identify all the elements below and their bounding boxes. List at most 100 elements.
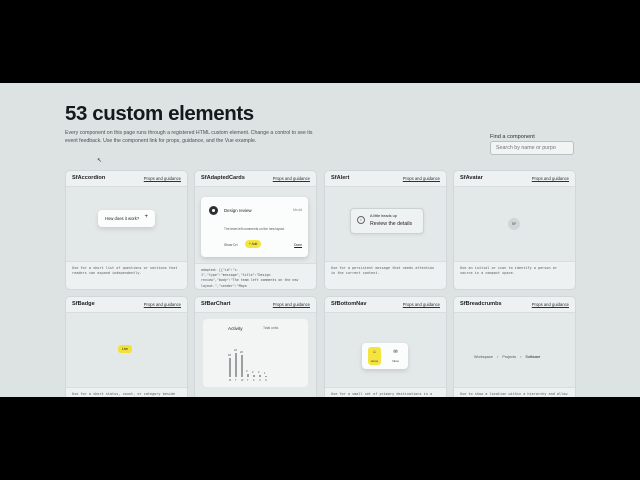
card-header: SfBadge Props and guidance: [66, 297, 187, 313]
card-title: SfBarChart: [201, 301, 231, 307]
home-icon: ⌂: [372, 349, 377, 355]
add-button[interactable]: + Add: [245, 240, 262, 248]
chart-data-label: 1: [264, 371, 266, 375]
search-input[interactable]: [490, 141, 574, 155]
chart-bar: [229, 357, 231, 377]
card-description: Use to show a location within a hierarch…: [460, 392, 568, 396]
chart-tick-label: S: [265, 379, 267, 382]
card-title: SfBreadcrumbs: [460, 301, 502, 307]
chart-unit: Total units: [263, 326, 279, 330]
chart-data-label: 2: [258, 370, 260, 374]
adapted-card-body: The team left comments on the new layout…: [224, 227, 285, 231]
card-sfavatar: SfAvatar Props and guidance SF Use an in…: [453, 170, 576, 290]
chart-tick-label: M: [229, 379, 232, 382]
card-header: SfAdaptedCards Props and guidance: [195, 171, 316, 187]
find-component-label: Find a component: [490, 134, 535, 140]
status-badge: Live: [118, 345, 132, 353]
chart-bar: [253, 374, 255, 377]
card-preview: i A little heads up Review the details: [325, 187, 446, 262]
page-intro: Every component on this page runs throug…: [65, 130, 313, 144]
card-header: SfBreadcrumbs Props and guidance: [454, 297, 575, 313]
card-sfbreadcrumbs: SfBreadcrumbs Props and guidance Workspa…: [453, 296, 576, 397]
chart-title: Activity: [228, 326, 243, 331]
avatar: SF: [508, 218, 520, 230]
nav-item-home[interactable]: ⌂ Home: [368, 347, 381, 365]
chart-data-label: 3: [246, 369, 248, 373]
card-header: SfAvatar Props and guidance: [454, 171, 575, 187]
alert-heading: A little heads up: [370, 214, 397, 218]
card-preview: How does it work? +: [66, 187, 187, 262]
card-preview: SF: [454, 187, 575, 262]
mouse-cursor-icon: ↖: [97, 158, 103, 164]
card-title: SfBottomNav: [331, 301, 367, 307]
card-sfadaptedcards: SfAdaptedCards Props and guidance Design…: [194, 170, 317, 290]
breadcrumb: Workspace › Projects › Software: [474, 355, 543, 359]
avatar-icon: [209, 206, 218, 215]
alert-box: i A little heads up Review the details: [350, 208, 424, 234]
props-guidance-link[interactable]: Props and guidance: [144, 176, 181, 181]
card-description: Use for a short list of questions or sec…: [72, 266, 178, 275]
card-sfbadge: SfBadge Props and guidance Live Use for …: [65, 296, 188, 397]
card-sfbottomnav: SfBottomNav Props and guidance ⌂ Home ✉ …: [324, 296, 447, 397]
accordion-item[interactable]: How does it work? +: [98, 210, 155, 227]
chevron-right-icon: ›: [496, 355, 499, 359]
breadcrumb-item[interactable]: Projects: [502, 355, 516, 359]
info-icon: i: [357, 216, 365, 224]
props-guidance-link[interactable]: Props and guidance: [273, 302, 310, 307]
card-description: Use for a persistent message that needs …: [331, 266, 435, 275]
chart-tick-label: T: [235, 379, 237, 382]
card-preview: Activity Total units 18 M 22 T 20 W 3 T 2 F 2 S 1 S: [195, 313, 316, 397]
nav-item-inbox[interactable]: ✉ Inbox: [389, 347, 402, 365]
chart-tick-label: T: [247, 379, 249, 382]
event-output: adapted: [{"id":"c- 1","type":"message",…: [201, 268, 299, 288]
card-sfalert: SfAlert Props and guidance i A little he…: [324, 170, 447, 290]
card-header: SfAlert Props and guidance: [325, 171, 446, 187]
chevron-right-icon: ›: [520, 355, 522, 359]
chart-bar: [247, 373, 249, 377]
props-guidance-link[interactable]: Props and guidance: [403, 176, 440, 181]
card-title: SfAccordion: [72, 175, 106, 181]
page-title: 53 custom elements: [65, 102, 254, 125]
card-title: SfBadge: [72, 301, 95, 307]
page: 53 custom elements Every component on th…: [0, 83, 640, 397]
breadcrumb-item[interactable]: Workspace: [474, 355, 493, 359]
card-title: SfAlert: [331, 175, 350, 181]
card-preview: Live: [66, 313, 187, 388]
chart-tick-label: F: [253, 379, 255, 382]
adapted-card-title: Design review: [224, 208, 252, 213]
chart-data-label: 20: [240, 351, 243, 355]
card-header: SfBarChart Props and guidance: [195, 297, 316, 313]
card-header: SfAccordion Props and guidance: [66, 171, 187, 187]
card-description: Use an initial or icon to identify a per…: [460, 266, 557, 275]
accordion-question: How does it work?: [105, 216, 140, 221]
done-link[interactable]: Done: [294, 243, 302, 247]
chart-bar: [241, 355, 243, 377]
props-guidance-link[interactable]: Props and guidance: [403, 302, 440, 307]
card-preview: Workspace › Projects › Software: [454, 313, 575, 388]
bar-chart: Activity Total units 18 M 22 T 20 W 3 T 2 F 2 S 1 S: [203, 319, 308, 387]
bottom-nav: ⌂ Home ✉ Inbox: [362, 343, 408, 369]
card-description: Use for a short status, count, or catego…: [72, 392, 176, 396]
alert-message: Review the details: [370, 221, 413, 227]
breadcrumb-current: Software: [525, 355, 541, 359]
adapted-card: Design review Mn dd The team left commen…: [201, 197, 308, 257]
adapted-card-show[interactable]: Show Crt: [224, 243, 238, 247]
nav-item-label: Home: [370, 359, 379, 363]
card-preview: Design review Mn dd The team left commen…: [195, 187, 316, 264]
chart-bar: [235, 353, 237, 377]
adapted-card-date: Mn dd: [293, 208, 302, 212]
props-guidance-link[interactable]: Props and guidance: [532, 302, 569, 307]
chart-tick-label: S: [259, 379, 261, 382]
props-guidance-link[interactable]: Props and guidance: [273, 176, 310, 181]
props-guidance-link[interactable]: Props and guidance: [532, 176, 569, 181]
nav-item-label: Inbox: [392, 359, 399, 363]
props-guidance-link[interactable]: Props and guidance: [144, 302, 181, 307]
plus-icon: +: [144, 214, 148, 220]
card-sfbarchart: SfBarChart Props and guidance Activity T…: [194, 296, 317, 397]
card-title: SfAdaptedCards: [201, 175, 245, 181]
chart-data-label: 2: [252, 370, 254, 374]
chart-data-label: 18: [228, 353, 231, 357]
card-preview: ⌂ Home ✉ Inbox: [325, 313, 446, 388]
chart-tick-label: W: [241, 379, 244, 382]
card-description: Use for a small set of primary destinati…: [331, 392, 433, 396]
